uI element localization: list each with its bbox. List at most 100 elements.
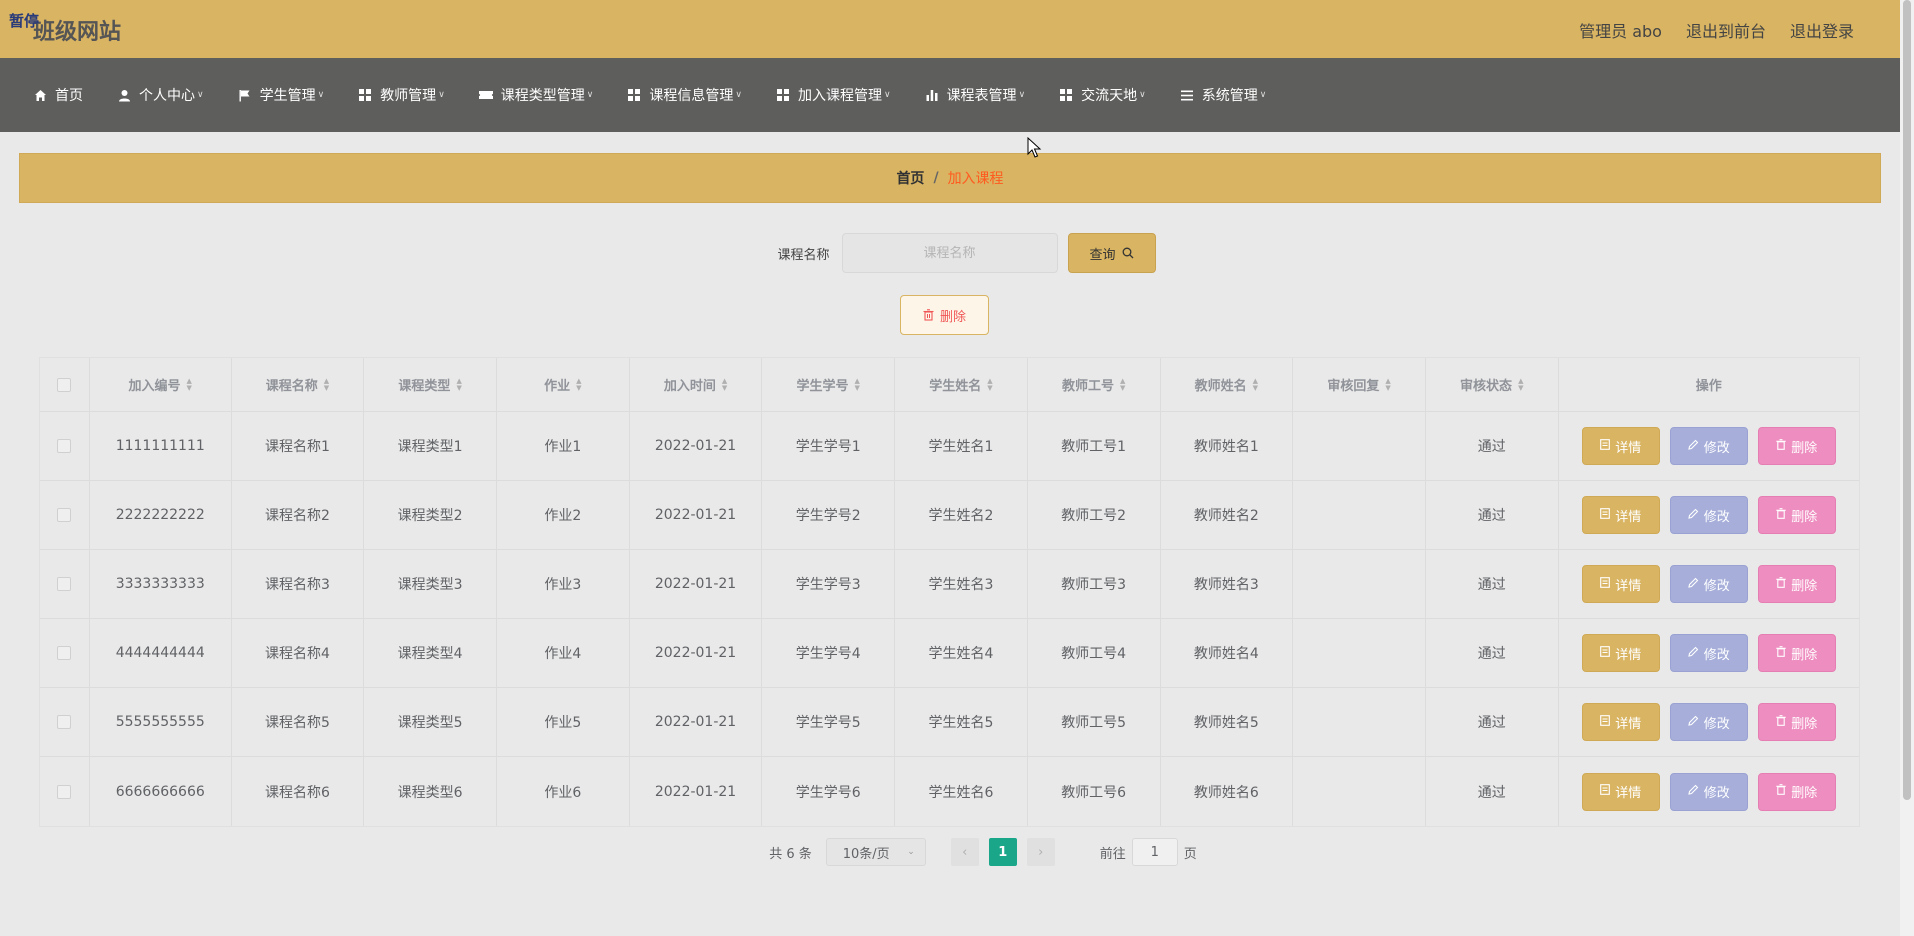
nav-item-2[interactable]: 学生管理 ∨ xyxy=(238,85,325,105)
chevron-down-icon: ∨ xyxy=(1018,90,1026,100)
column-header[interactable]: 课程类型 ▲ ▼ xyxy=(364,358,497,411)
column-header[interactable]: 教师姓名 ▲ ▼ xyxy=(1161,358,1294,411)
edit-button[interactable]: 修改 xyxy=(1669,565,1748,603)
admin-user-link[interactable]: 管理员 abo xyxy=(1579,18,1662,42)
next-page-button[interactable]: › xyxy=(1026,838,1055,866)
cell-value: 学生学号1 xyxy=(795,439,861,455)
nav-item-7[interactable]: 课程表管理 ∨ xyxy=(925,85,1026,105)
chevron-down-icon: ∨ xyxy=(586,90,594,100)
column-header[interactable]: 加入编号 ▲ ▼ xyxy=(90,358,232,411)
vertical-scrollbar[interactable] xyxy=(1900,0,1914,936)
cell-value: 2022-01-21 xyxy=(654,438,737,454)
row-checkbox[interactable] xyxy=(57,577,72,591)
delete-button[interactable]: 删除 xyxy=(1757,772,1836,811)
column-header[interactable]: 课程名称 ▲ ▼ xyxy=(232,358,365,411)
sort-icon[interactable]: ▲ ▼ xyxy=(1253,377,1258,392)
page-size-select[interactable]: 10条/页 ⌄ xyxy=(825,838,926,866)
nav-item-4[interactable]: 课程类型管理 ∨ xyxy=(478,85,594,105)
column-header[interactable]: 教师工号 ▲ ▼ xyxy=(1028,358,1161,411)
query-button[interactable]: 查询 xyxy=(1067,233,1156,273)
nav-item-1[interactable]: 个人中心 ∨ xyxy=(117,85,204,105)
chevron-down-icon: ∨ xyxy=(317,90,325,100)
cell-value: 学生姓名4 xyxy=(928,646,994,662)
cell-value: 教师工号1 xyxy=(1061,439,1127,455)
cell-value: 教师工号6 xyxy=(1061,784,1127,801)
exit-to-front-link[interactable]: 退出到前台 xyxy=(1686,18,1766,42)
top-header: 暂停 班级网站 管理员 abo 退出到前台 退出登录 xyxy=(0,0,1900,58)
detail-button[interactable]: 详情 xyxy=(1581,565,1660,603)
row-checkbox[interactable] xyxy=(57,439,72,453)
course-name-input[interactable] xyxy=(841,233,1058,273)
row-checkbox[interactable] xyxy=(57,508,72,522)
row-checkbox-cell xyxy=(40,412,90,480)
table-cell xyxy=(1293,550,1426,618)
column-header[interactable]: 学生姓名 ▲ ▼ xyxy=(895,358,1028,411)
sort-icon[interactable]: ▲ ▼ xyxy=(855,377,860,392)
edit-button[interactable]: 修改 xyxy=(1669,772,1748,811)
row-actions: 详情 修改 删除 xyxy=(1559,619,1859,687)
cell-value: 5555555555 xyxy=(115,714,205,730)
nav-item-9[interactable]: 系统管理 ∨ xyxy=(1180,85,1266,105)
breadcrumb: 首页 / 加入课程 xyxy=(19,153,1881,203)
delete-button[interactable]: 删除 xyxy=(1757,703,1836,741)
table-cell: 1111111111 xyxy=(90,412,232,480)
column-header-label: 教师工号 xyxy=(1061,379,1114,394)
table-cell xyxy=(1293,619,1426,687)
column-header[interactable]: 作业 ▲ ▼ xyxy=(497,358,630,411)
sort-icon[interactable]: ▲ ▼ xyxy=(1385,377,1390,392)
column-header[interactable]: 学生学号 ▲ ▼ xyxy=(762,358,896,411)
nav-item-label: 课程信息管理 xyxy=(649,88,734,104)
breadcrumb-home[interactable]: 首页 xyxy=(896,168,924,188)
detail-button[interactable]: 详情 xyxy=(1581,496,1660,534)
row-actions: 详情 修改 删除 xyxy=(1559,550,1859,618)
edit-button[interactable]: 修改 xyxy=(1669,496,1748,534)
sort-icon[interactable]: ▲ ▼ xyxy=(324,377,329,392)
column-header[interactable]: 审核回复 ▲ ▼ xyxy=(1293,358,1426,411)
sort-icon[interactable]: ▲ ▼ xyxy=(1120,377,1125,392)
select-all-checkbox[interactable] xyxy=(57,377,72,392)
sort-icon[interactable]: ▲ ▼ xyxy=(187,377,192,392)
detail-button[interactable]: 详情 xyxy=(1581,703,1660,741)
row-checkbox[interactable] xyxy=(57,646,72,660)
sort-icon[interactable]: ▲ ▼ xyxy=(1518,377,1523,392)
nav-item-0[interactable]: 首页 xyxy=(33,85,83,105)
cell-value: 作业6 xyxy=(544,784,582,801)
cell-value: 作业2 xyxy=(544,508,582,524)
table-cell: 学生学号4 xyxy=(762,619,896,687)
delete-button-label: 删除 xyxy=(1791,578,1818,594)
row-checkbox[interactable] xyxy=(57,715,72,729)
delete-button[interactable]: 删除 xyxy=(1757,565,1836,603)
nav-item-6[interactable]: 加入课程管理 ∨ xyxy=(776,85,891,105)
document-icon xyxy=(1600,507,1611,523)
edit-button[interactable]: 修改 xyxy=(1669,703,1748,741)
scrollbar-thumb[interactable] xyxy=(1903,0,1911,800)
delete-button[interactable]: 删除 xyxy=(1757,496,1836,534)
detail-button[interactable]: 详情 xyxy=(1581,634,1660,672)
column-header[interactable]: 加入时间 ▲ ▼ xyxy=(630,358,763,411)
sort-icon[interactable]: ▲ ▼ xyxy=(576,377,581,392)
delete-button[interactable]: 删除 xyxy=(1757,427,1836,465)
sort-icon[interactable]: ▲ ▼ xyxy=(722,377,727,392)
edit-button[interactable]: 修改 xyxy=(1669,634,1748,672)
goto-page-input[interactable] xyxy=(1131,838,1178,866)
batch-delete-button[interactable]: 删除 xyxy=(900,295,989,335)
sort-icon[interactable]: ▲ ▼ xyxy=(987,377,992,392)
edit-button[interactable]: 修改 xyxy=(1669,427,1748,465)
sort-icon[interactable]: ▲ ▼ xyxy=(456,377,461,392)
nav-item-8[interactable]: 交流天地 ∨ xyxy=(1059,85,1146,105)
row-checkbox[interactable] xyxy=(57,784,72,799)
grid-icon xyxy=(358,88,372,102)
cell-value: 学生学号4 xyxy=(795,646,861,662)
table-cell: 2022-01-21 xyxy=(630,412,763,480)
delete-button[interactable]: 删除 xyxy=(1757,634,1836,672)
nav-item-3[interactable]: 教师管理 ∨ xyxy=(358,85,445,105)
page-number-current[interactable]: 1 xyxy=(988,838,1017,866)
prev-page-button[interactable]: ‹ xyxy=(950,838,979,866)
nav-item-5[interactable]: 课程信息管理 ∨ xyxy=(627,85,742,105)
row-checkbox-cell xyxy=(40,619,90,687)
logout-link[interactable]: 退出登录 xyxy=(1790,18,1854,42)
detail-button[interactable]: 详情 xyxy=(1581,772,1660,811)
column-header[interactable]: 审核状态 ▲ ▼ xyxy=(1426,358,1559,411)
table-cell: 课程类型6 xyxy=(364,757,497,826)
detail-button[interactable]: 详情 xyxy=(1581,427,1660,465)
